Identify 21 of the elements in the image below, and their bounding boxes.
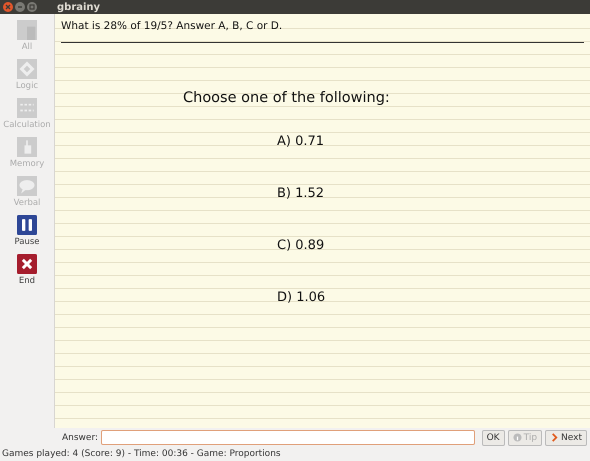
question-text: What is 28% of 19/5? Answer A, B, C or D. (61, 20, 284, 34)
option-text: B) 1.52 (277, 186, 326, 203)
answer-label: Answer: (62, 432, 98, 442)
sidebar-label[interactable]: Pause (14, 237, 40, 247)
pause-icon[interactable] (17, 215, 37, 235)
option-text: C) 0.89 (277, 238, 326, 255)
next-button[interactable]: Next (545, 430, 587, 446)
ok-button[interactable]: OK (482, 430, 505, 446)
maximize-icon[interactable] (27, 2, 37, 12)
answer-field[interactable] (101, 430, 475, 445)
window-title: gbrainy (57, 2, 100, 12)
close-icon[interactable] (17, 254, 37, 274)
minimize-icon[interactable] (15, 2, 25, 12)
close-icon[interactable] (3, 2, 13, 12)
sidebar-label[interactable]: End (18, 276, 36, 286)
chevron-icon (550, 433, 560, 442)
prompt-text: Choose one of the following: (183, 90, 391, 108)
option-text: D) 1.06 (277, 290, 326, 307)
info-icon (512, 433, 522, 442)
status-text: Games played: 4 (Score: 9) - Time: 00:36 - Game: Proportions (2, 449, 281, 459)
option-text: A) 0.71 (277, 134, 326, 151)
